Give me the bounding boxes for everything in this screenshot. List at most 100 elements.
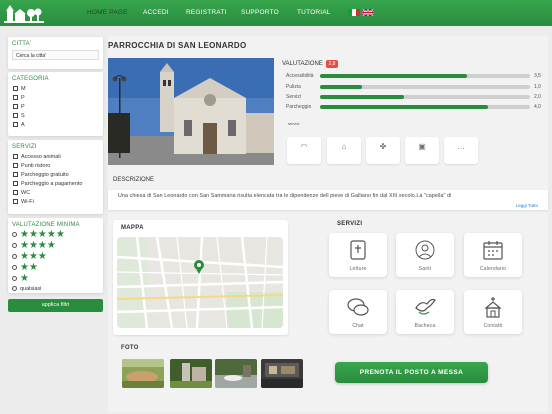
radio-icon[interactable] [12,243,17,248]
radio-icon[interactable] [12,254,17,259]
chat-button[interactable]: Chat [329,290,387,334]
radio-icon[interactable] [12,265,17,270]
contatti-button[interactable]: Contatti [464,290,522,334]
description-text: Una chiesa di San Leonardo con San Samma… [118,193,452,199]
nav-tutorial[interactable]: TUTORIAL [297,9,331,16]
small-services-label: servizi [288,121,300,126]
santi-button[interactable]: Santi [396,233,454,277]
star-icons: ★★★ [20,250,47,262]
apply-filters-button[interactable]: applica filtri [8,299,103,312]
checkbox-icon[interactable] [13,181,18,186]
more-services[interactable]: … [444,137,478,164]
rating-bar-fill [320,105,488,109]
photo-thumbnail[interactable] [122,359,164,388]
category-checkbox[interactable]: S [8,111,103,120]
service-checkbox[interactable]: WC [8,188,103,197]
rating-filter-title: VALUTAZIONE MINIMA [12,222,80,228]
photo-thumbnail[interactable] [261,359,303,388]
rating-option-3[interactable]: ★★★ [8,251,103,262]
rating-bar-fill [320,74,467,78]
rating-row: Pulizia 1,0 [286,84,541,90]
city-search-input[interactable]: Cerca la citta' [12,50,99,60]
rating-option-4[interactable]: ★★★★ [8,240,103,251]
rating-bar [320,74,530,78]
checkbox-icon[interactable] [13,163,18,168]
bacheca-button[interactable]: Bacheca [396,290,454,334]
paw-icon: ✤ [379,142,387,151]
wifi-service[interactable]: ◠ [287,137,321,164]
category-filter-title: CATEGORIA [12,76,49,82]
radio-icon[interactable] [12,286,17,291]
church-photo [108,58,274,165]
rating-row: Accessibilità 3,5 [286,73,541,79]
rating-option-1[interactable]: ★ [8,273,103,284]
radio-icon[interactable] [12,232,17,237]
category-checkbox[interactable]: M [8,84,103,93]
rating-badge: 2,8 [326,60,338,68]
rating-option-2[interactable]: ★★ [8,262,103,273]
photo-thumbnail[interactable] [170,359,212,388]
service-checkbox[interactable]: Parcheggio gratuito [8,170,103,179]
services-title: SERVIZI [337,221,363,227]
parking-service[interactable]: ▣ [405,137,439,164]
star-icons: ★★ [20,261,38,273]
star-icons: ★★★★★ [20,228,65,240]
city-filter-title: CITTA' [12,41,32,47]
nav-home[interactable]: HOME PAGE [87,9,128,16]
checkbox-icon[interactable] [13,95,18,100]
letture-button[interactable]: Letture [329,233,387,277]
rating-option-any[interactable]: qualsiasi [8,284,103,293]
book-icon [350,240,366,260]
category-checkbox[interactable]: A [8,120,103,129]
read-more-link[interactable]: Leggi Tutto [516,203,538,208]
city-filter: CITTA' Cerca la citta' [8,37,103,69]
logo-icon[interactable] [3,3,49,25]
category-checkbox[interactable]: P [8,93,103,102]
checkbox-icon[interactable] [13,199,18,204]
service-checkbox[interactable]: Accesso animali [8,152,103,161]
nav-accedi[interactable]: ACCEDI [143,9,169,16]
rating-option-5[interactable]: ★★★★★ [8,229,103,240]
category-filter: CATEGORIA M P P S A [8,72,103,136]
rating-bar [320,105,530,109]
checkbox-icon[interactable] [13,122,18,127]
rating-bar [320,85,530,89]
checkbox-icon[interactable] [13,190,18,195]
calendario-button[interactable]: Calendario [464,233,522,277]
rating-bar-fill [320,85,362,89]
book-seat-button[interactable]: PRENOTA IL POSTO A MESSA [335,362,488,383]
service-checkbox[interactable]: Wi-Fi [8,197,103,206]
uk-flag-icon[interactable] [362,9,374,16]
services-filter-title: SERVIZI [12,144,37,150]
dove-icon [415,298,436,315]
radio-icon[interactable] [12,276,17,281]
pets-service[interactable]: ✤ [366,137,400,164]
rating-row: Parcheggio 4,0 [286,104,541,110]
wc-icon: ⌂ [341,142,347,151]
checkbox-icon[interactable] [13,154,18,159]
description-box: Una chiesa di San Leonardo con San Samma… [108,190,548,210]
page-title: PARROCCHIA DI SAN LEONARDO [108,41,247,50]
italian-flag-icon[interactable] [348,9,360,16]
checkbox-icon[interactable] [13,113,18,118]
checkbox-icon[interactable] [13,172,18,177]
wifi-icon: ◠ [300,142,308,151]
service-checkbox[interactable]: Parcheggio a pagamento [8,179,103,188]
rating-bar-fill [320,95,404,99]
map-view[interactable] [117,237,283,328]
restroom-service[interactable]: ⌂ [327,137,361,164]
map-title: MAPPA [121,225,144,231]
top-navbar: HOME PAGE ACCEDI REGISTRATI SUPPORTO TUT… [0,0,552,26]
nav-supporto[interactable]: SUPPORTO [241,9,279,16]
star-icons: ★ [20,272,29,284]
calendar-icon [483,241,503,260]
photo-thumbnail[interactable] [215,359,257,388]
nav-registrati[interactable]: REGISTRATI [186,9,227,16]
checkbox-icon[interactable] [13,86,18,91]
church-icon [484,297,502,318]
category-checkbox[interactable]: P [8,102,103,111]
service-checkbox[interactable]: Punti ristoro [8,161,103,170]
rating-bar [320,95,530,99]
checkbox-icon[interactable] [13,104,18,109]
rating-filter: VALUTAZIONE MINIMA ★★★★★ ★★★★ ★★★ ★★ ★ q… [8,218,103,293]
